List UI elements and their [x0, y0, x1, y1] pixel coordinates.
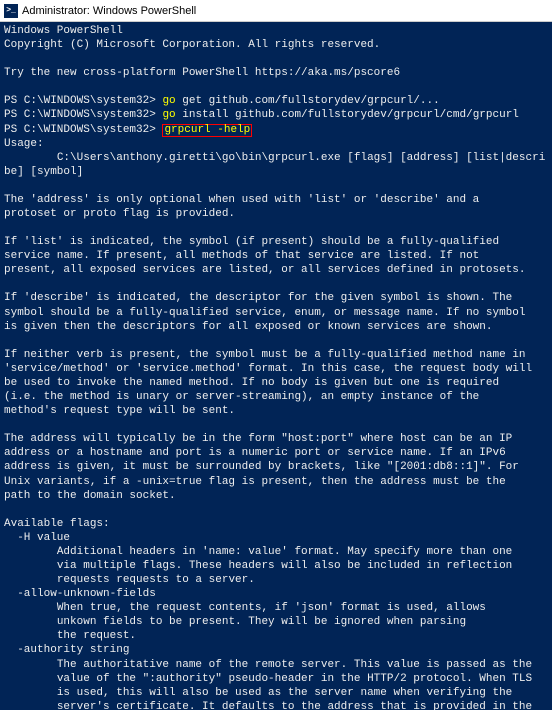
- cmd1-args: get github.com/fullstorydev/grpcurl/...: [176, 95, 440, 107]
- flags-header: Available flags:: [4, 518, 110, 530]
- cmd2-keyword: go: [162, 109, 175, 121]
- terminal-area[interactable]: Windows PowerShell Copyright (C) Microso…: [0, 22, 552, 710]
- help-para-method: If neither verb is present, the symbol m…: [4, 349, 532, 417]
- usage-label: Usage:: [4, 138, 44, 150]
- flag-H-name: -H value: [4, 532, 70, 544]
- help-para-address-format: The address will typically be in the for…: [4, 433, 519, 501]
- flag-allow-unknown-name: -allow-unknown-fields: [4, 588, 156, 600]
- flag-allow-unknown-desc: When true, the request contents, if 'jso…: [4, 602, 486, 642]
- prompt-1: PS C:\WINDOWS\system32>: [4, 95, 156, 107]
- ps-header: Windows PowerShell: [4, 25, 123, 37]
- help-para-address: The 'address' is only optional when used…: [4, 194, 479, 220]
- flag-authority-desc: The authoritative name of the remote ser…: [4, 659, 532, 710]
- ps-try-line: Try the new cross-platform PowerShell ht…: [4, 67, 400, 79]
- usage-line: C:\Users\anthony.giretti\go\bin\grpcurl.…: [4, 152, 545, 178]
- cmd2-args: install github.com/fullstorydev/grpcurl/…: [176, 109, 519, 121]
- window-title: Administrator: Windows PowerShell: [22, 5, 196, 17]
- powershell-icon: >_: [4, 4, 18, 18]
- prompt-3: PS C:\WINDOWS\system32>: [4, 124, 156, 136]
- cmd3-highlighted: grpcurl -help: [162, 124, 252, 137]
- ps-copyright: Copyright (C) Microsoft Corporation. All…: [4, 39, 380, 51]
- help-para-describe: If 'describe' is indicated, the descript…: [4, 292, 526, 332]
- window-titlebar[interactable]: >_ Administrator: Windows PowerShell: [0, 0, 552, 22]
- flag-H-desc: Additional headers in 'name: value' form…: [4, 546, 512, 586]
- help-para-list: If 'list' is indicated, the symbol (if p…: [4, 236, 526, 276]
- flag-authority-name: -authority string: [4, 644, 129, 656]
- prompt-2: PS C:\WINDOWS\system32>: [4, 109, 156, 121]
- cmd1-keyword: go: [162, 95, 175, 107]
